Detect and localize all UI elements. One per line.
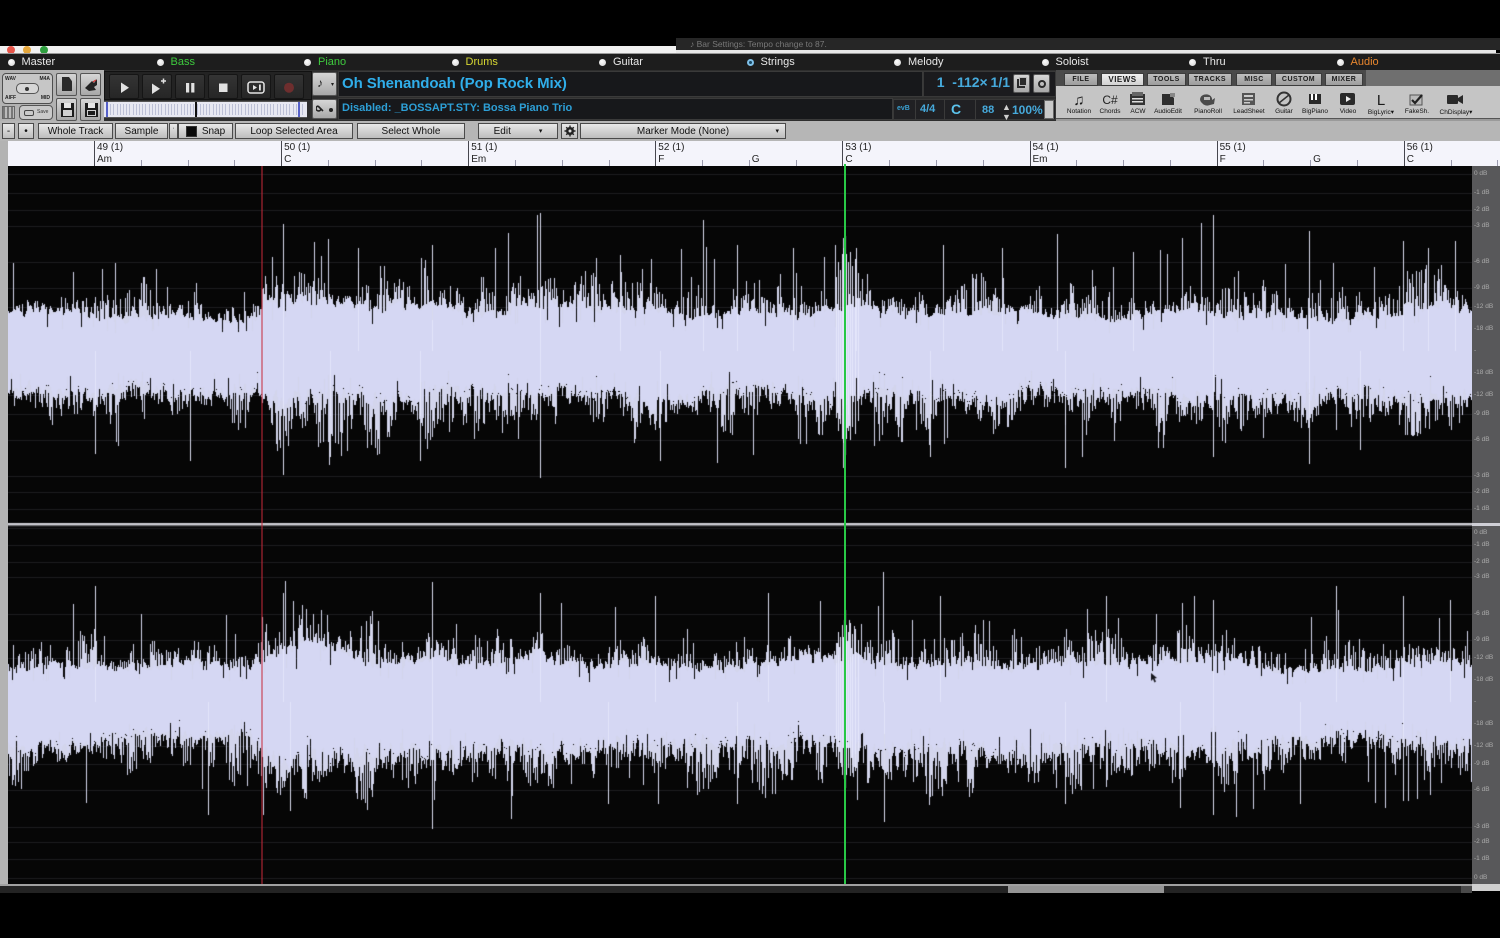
svg-text:L: L: [1377, 92, 1385, 107]
svg-text:♫: ♫: [1073, 92, 1084, 107]
svg-text:C#: C#: [1102, 93, 1118, 107]
